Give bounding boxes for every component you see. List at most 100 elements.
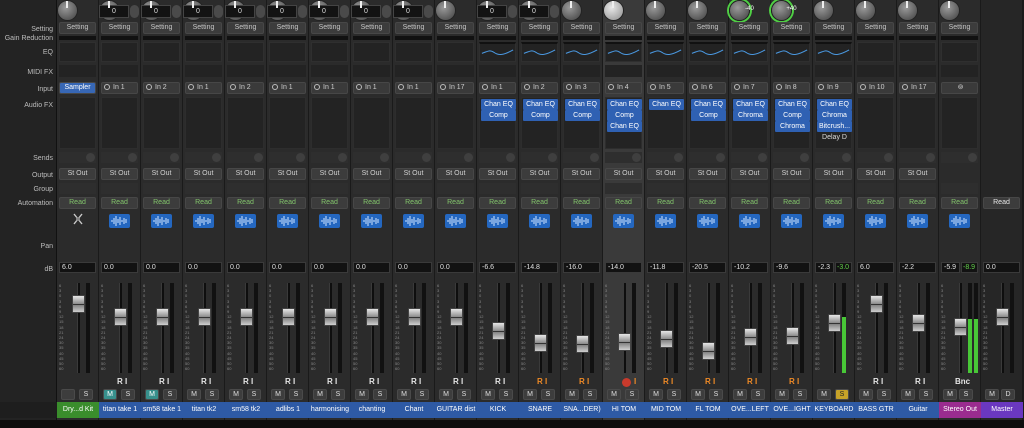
mute-button[interactable]: M xyxy=(943,389,957,400)
sends-slot[interactable] xyxy=(227,152,264,163)
eq-thumbnail[interactable] xyxy=(815,42,852,62)
input-monitor-button[interactable]: I xyxy=(634,377,636,387)
solo-button[interactable]: S xyxy=(835,389,849,400)
setting-button[interactable]: Setting xyxy=(899,22,936,34)
setting-button[interactable]: Setting xyxy=(59,22,96,34)
eq-thumbnail[interactable] xyxy=(269,42,306,62)
pan-knob[interactable] xyxy=(855,0,876,21)
volume-readout[interactable]: -6.6 xyxy=(479,262,516,273)
sends-slot[interactable] xyxy=(857,152,894,163)
eq-thumbnail[interactable] xyxy=(647,42,684,62)
volume-readout[interactable]: 0.0 xyxy=(983,262,1020,273)
midi-fx-slot[interactable] xyxy=(59,65,96,77)
output-button[interactable]: St Out xyxy=(437,168,474,180)
solo-button[interactable]: S xyxy=(289,389,303,400)
sends-slot[interactable] xyxy=(269,152,306,163)
solo-button[interactable]: S xyxy=(499,389,513,400)
solo-button[interactable]: S xyxy=(625,389,639,400)
automation-mode-button[interactable]: Read xyxy=(269,197,306,209)
sends-slot[interactable] xyxy=(941,152,978,163)
track-name[interactable]: SNA...DER) xyxy=(561,402,603,418)
channel-strip[interactable]: Setting In 10 St Out Read 6.0 6 3 0 3 6 9 12 15 18 21 2… xyxy=(855,0,897,420)
volume-readout[interactable]: -14.8 xyxy=(521,262,558,273)
midi-fx-slot[interactable] xyxy=(227,65,264,77)
group-slot[interactable] xyxy=(941,183,978,194)
output-button[interactable]: St Out xyxy=(773,168,810,180)
phase-toggle[interactable] xyxy=(298,5,307,18)
audio-fx-area[interactable] xyxy=(437,97,474,149)
midi-fx-slot[interactable] xyxy=(101,65,138,77)
mute-button[interactable]: M xyxy=(397,389,411,400)
audio-fx-area[interactable] xyxy=(227,97,264,149)
track-name[interactable]: chanting xyxy=(351,402,393,418)
input-slot[interactable]: In 4 xyxy=(605,82,642,94)
fader-cap[interactable] xyxy=(492,322,505,340)
send-level-knob[interactable] xyxy=(716,153,725,162)
record-input-buttons[interactable]: R I xyxy=(327,377,337,387)
output-button[interactable]: St Out xyxy=(185,168,222,180)
track-name[interactable]: titan take 1 xyxy=(99,402,141,418)
track-name[interactable]: adlibs 1 xyxy=(267,402,309,418)
record-input-buttons[interactable]: R I xyxy=(117,377,127,387)
channel-strip[interactable]: Setting ⊚ Read -5.9 -8.9 6 3 0 3 6 9 12 15 18 21 24 30 35… xyxy=(939,0,981,420)
solo-button[interactable]: S xyxy=(959,389,973,400)
volume-readout[interactable]: 0.0 xyxy=(395,262,432,273)
sends-slot[interactable] xyxy=(437,152,474,163)
automation-mode-button[interactable]: Read xyxy=(605,197,642,209)
solo-button[interactable]: S xyxy=(457,389,471,400)
fader-cap[interactable] xyxy=(324,307,337,326)
record-input-buttons[interactable]: R I xyxy=(495,377,505,387)
mute-button[interactable]: M xyxy=(271,389,285,400)
audio-fx-area[interactable]: Chan EQ Chroma xyxy=(731,97,768,149)
eq-thumbnail[interactable] xyxy=(605,42,642,62)
automation-mode-button[interactable]: Read xyxy=(311,197,348,209)
volume-readout[interactable]: 0.0 xyxy=(269,262,306,273)
audio-fx-area[interactable]: Chan EQ Comp xyxy=(521,97,558,149)
volume-readout[interactable]: -9.6 xyxy=(773,262,810,273)
mute-button[interactable]: M xyxy=(229,389,243,400)
fader-cap[interactable] xyxy=(702,341,715,360)
fader-cap[interactable] xyxy=(576,335,589,354)
mute-button[interactable]: M xyxy=(103,389,117,400)
track-name[interactable]: Guitar xyxy=(897,402,939,418)
fader-cap[interactable] xyxy=(912,314,925,333)
eq-thumbnail[interactable] xyxy=(59,42,96,62)
pan-knob[interactable]: -40 xyxy=(729,0,754,21)
input-slot[interactable]: In 10 xyxy=(857,82,894,94)
group-slot[interactable] xyxy=(227,183,264,194)
eq-thumbnail[interactable] xyxy=(143,42,180,62)
pan-knob[interactable] xyxy=(603,0,624,21)
solo-button[interactable]: S xyxy=(793,389,807,400)
send-level-knob[interactable] xyxy=(590,153,599,162)
fader-cap[interactable] xyxy=(198,307,211,326)
setting-button[interactable]: Setting xyxy=(437,22,474,34)
midi-fx-slot[interactable] xyxy=(353,65,390,77)
mute-button[interactable]: M xyxy=(733,389,747,400)
volume-readout[interactable]: -16.0 xyxy=(563,262,600,273)
track-number-field[interactable]: 0 xyxy=(309,5,339,18)
audio-fx-plugin[interactable]: Chroma xyxy=(817,110,852,121)
send-level-knob[interactable] xyxy=(338,153,347,162)
input-slot[interactable]: In 1 xyxy=(395,82,432,94)
volume-readout[interactable]: 0.0 xyxy=(185,262,222,273)
solo-button[interactable]: S xyxy=(667,389,681,400)
input-slot[interactable]: In 3 xyxy=(563,82,600,94)
input-slot[interactable]: In 17 xyxy=(899,82,936,94)
phase-toggle[interactable] xyxy=(130,5,139,18)
audio-fx-plugin[interactable]: Comp xyxy=(565,110,600,121)
channel-strip[interactable]: Setting In 4 Chan EQ Comp Chan EQ St Out Read -… xyxy=(603,0,645,420)
output-button[interactable]: St Out xyxy=(227,168,264,180)
group-slot[interactable] xyxy=(185,183,222,194)
phase-toggle[interactable] xyxy=(256,5,265,18)
track-name[interactable]: HI TOM xyxy=(603,402,645,418)
output-button[interactable]: St Out xyxy=(857,168,894,180)
channel-strip[interactable]: Setting In 17 St Out Read -2.2 6 3 0 3 6 9 12 15 18 21… xyxy=(897,0,939,420)
eq-thumbnail[interactable] xyxy=(689,42,726,62)
automation-mode-button[interactable]: Read xyxy=(773,197,810,209)
fader-cap[interactable] xyxy=(450,307,463,326)
automation-mode-button[interactable]: Read xyxy=(437,197,474,209)
input-slot[interactable]: In 17 xyxy=(437,82,474,94)
pan-knob[interactable] xyxy=(813,0,834,21)
output-button[interactable]: St Out xyxy=(689,168,726,180)
channel-strip[interactable]: 0 Setting In 2 St Out Read 0.0 6 3 0 3 6 9 12 15 18 21 2… xyxy=(141,0,183,420)
